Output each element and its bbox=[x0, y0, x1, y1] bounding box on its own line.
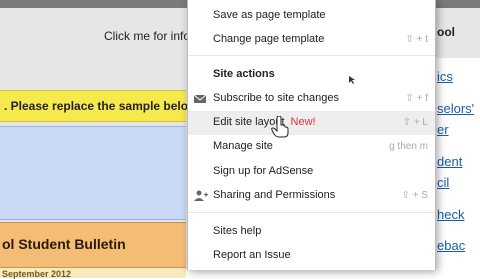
menu-item-shortcut: ⇧ + f bbox=[405, 93, 428, 104]
menu-item-report-issue[interactable]: Report an Issue bbox=[188, 244, 435, 268]
bulletin-header: ol Student Bulletin bbox=[0, 222, 186, 268]
menu-item-sites-help[interactable]: Sites help bbox=[188, 220, 435, 244]
add-person-icon bbox=[194, 190, 208, 201]
sidebar-link[interactable]: cil bbox=[437, 175, 449, 190]
menu-item-shortcut: ⇧ + t bbox=[405, 34, 428, 45]
more-actions-menu: Save as page template Change page templa… bbox=[187, 0, 436, 270]
menu-item-label: Report an Issue bbox=[213, 249, 291, 261]
sidebar-link[interactable]: dent bbox=[437, 154, 462, 169]
page-content-left: Click me for info . Please replace the s… bbox=[0, 8, 197, 279]
menu-item-shortcut: g then m bbox=[389, 141, 428, 152]
menu-section-header: Site actions bbox=[213, 68, 275, 80]
content-panel bbox=[0, 126, 186, 220]
menu-item-sharing[interactable]: Sharing and Permissions ⇧ + S bbox=[188, 184, 435, 208]
menu-item-label: Edit site layout New! bbox=[213, 116, 316, 128]
menu-item-shortcut: ⇧ + S bbox=[401, 190, 428, 201]
sidebar-right-header: ool bbox=[435, 8, 480, 58]
mail-icon bbox=[194, 94, 206, 103]
menu-header-site-actions: Site actions bbox=[188, 63, 435, 87]
menu-item-label: Change page template bbox=[213, 33, 325, 45]
notice-text: . Please replace the sample below bbox=[4, 99, 198, 113]
sidebar-link[interactable]: er bbox=[437, 122, 449, 137]
pointer-icon bbox=[349, 76, 355, 84]
bulletin-date: September 2012 bbox=[2, 269, 72, 279]
menu-item-change-template[interactable]: Change page template ⇧ + t bbox=[188, 28, 435, 52]
bulletin-title: ol Student Bulletin bbox=[2, 236, 126, 252]
menu-item-shortcut: ⇧ + L bbox=[402, 117, 428, 128]
menu-item-edit-site-layout[interactable]: Edit site layout New! ⇧ + L bbox=[188, 111, 435, 135]
sidebar-link[interactable]: selors' bbox=[437, 101, 474, 116]
menu-item-manage-site[interactable]: Manage site g then m bbox=[188, 135, 435, 159]
sidebar-right-title: ool bbox=[437, 25, 455, 39]
menu-item-label: Save as page template bbox=[213, 9, 326, 21]
sidebar-link[interactable]: ebac bbox=[437, 238, 465, 253]
menu-item-save-as-template[interactable]: Save as page template bbox=[188, 4, 435, 28]
sidebar-right: ool ics selors' er dent cil heck ebac bbox=[434, 8, 480, 270]
sidebar-link[interactable]: heck bbox=[437, 207, 464, 222]
menu-item-subscribe[interactable]: Subscribe to site changes ⇧ + f bbox=[188, 87, 435, 111]
menu-item-adsense[interactable]: Sign up for AdSense bbox=[188, 160, 435, 184]
info-click-text[interactable]: Click me for info bbox=[104, 29, 190, 43]
new-badge: New! bbox=[290, 116, 316, 128]
menu-item-label: Sign up for AdSense bbox=[213, 165, 314, 177]
notice-banner: . Please replace the sample below bbox=[0, 90, 197, 122]
menu-item-label: Sharing and Permissions bbox=[213, 189, 336, 201]
hand-cursor-icon bbox=[271, 116, 289, 138]
menu-item-label: Manage site bbox=[213, 140, 273, 152]
menu-divider bbox=[188, 212, 435, 213]
sidebar-link[interactable]: ics bbox=[437, 69, 453, 84]
menu-divider bbox=[188, 55, 435, 56]
menu-item-label: Subscribe to site changes bbox=[213, 92, 339, 104]
menu-item-label: Sites help bbox=[213, 225, 262, 237]
